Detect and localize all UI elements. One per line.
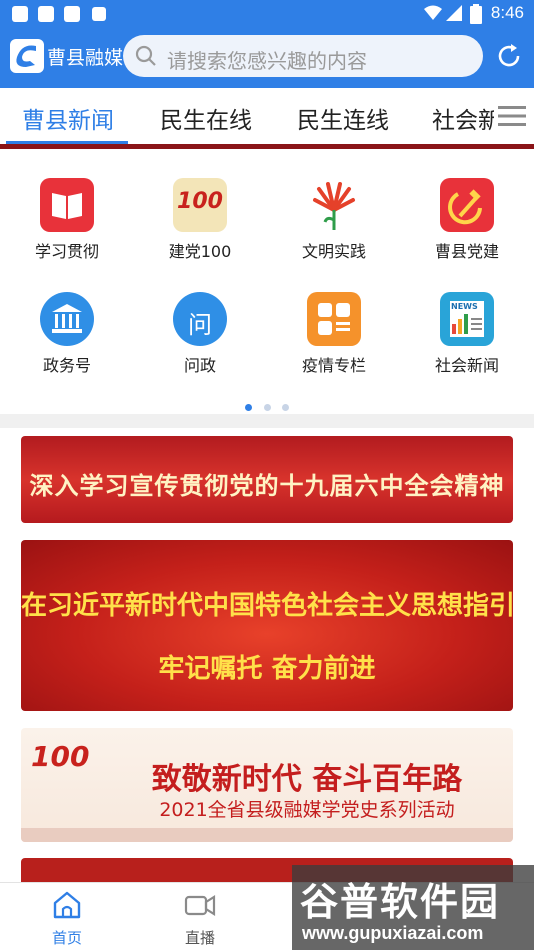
banner-party-history-activity[interactable]: 100 致敬新时代 奋斗百年路 2021全省县级融媒学党史系列活动 [21,728,513,842]
signal-icon [446,5,462,21]
clock: 8:46 [490,3,524,22]
app-name: 曹县融媒 [47,47,124,69]
notification-icon [38,6,54,22]
grid-item-civilization[interactable]: 文明实践 [284,178,384,262]
status-bar: 8:46 [0,0,534,28]
party-100-icon: 100 [173,178,227,232]
notification-icon [12,6,28,22]
inquiry-icon: 问 [173,292,227,346]
page-dot [263,404,271,411]
site-watermark: 谷普软件园 www.gupuxiazai.com [292,865,534,950]
hammer-sickle-icon [440,178,494,232]
battery-icon [470,4,482,24]
skyline-decoration [21,828,513,842]
menu-icon[interactable] [498,105,526,127]
grid-item-study[interactable]: 学习贯彻 [17,178,117,262]
tab-social-clip: 社会新 [432,88,494,144]
nav-live[interactable]: 直播 [165,889,235,948]
banner-plenary-study[interactable]: 深入学习宣传贯彻党的十九届六中全会精神 [21,436,513,523]
banner-xi-thought[interactable]: 在习近平新时代中国特色社会主义思想指引下 牢记嘱托 奋力前进 [21,540,513,711]
home-icon [53,891,81,919]
tab-livelihood-hotline[interactable]: 民生连线 [297,101,389,135]
app-logo-icon [10,39,44,73]
civilization-flower-icon [307,178,361,232]
refresh-icon[interactable] [495,42,523,70]
app-header: 曹县融媒 请搜索您感兴趣的内容 [0,28,534,88]
search-input[interactable]: 请搜索您感兴趣的内容 [123,35,483,77]
notification-icon [64,6,80,22]
government-building-icon [40,292,94,346]
top-banner-edge [0,144,534,149]
page-indicator [0,396,534,415]
grid-item-party-building[interactable]: 曹县党建 [417,178,517,262]
grid-item-social-news[interactable]: NEWS 社会新闻 [417,292,517,376]
nav-home[interactable]: 首页 [32,889,102,948]
wifi-icon [424,5,442,20]
tab-livelihood-online[interactable]: 民生在线 [160,101,252,135]
channel-tabs: 曹县新闻 民生在线 民生连线 社会新 [0,88,534,144]
page-dot [245,404,253,411]
page-dot [281,404,289,411]
book-icon [40,178,94,232]
grid-item-government[interactable]: 政务号 [17,292,117,376]
grid-item-inquiry[interactable]: 问 问政 [150,292,250,376]
epidemic-grid-icon [307,292,361,346]
tab-social-news[interactable]: 社会新 [432,101,494,135]
notification-icon [92,7,106,21]
newspaper-icon: NEWS [440,292,494,346]
section-divider [0,414,534,428]
grid-item-party-100[interactable]: 100 建党100 [150,178,250,262]
tab-cao-county-news[interactable]: 曹县新闻 [22,101,114,135]
search-icon [135,45,156,66]
video-camera-icon [184,895,216,916]
search-placeholder: 请搜索您感兴趣的内容 [167,49,367,73]
grid-item-epidemic[interactable]: 疫情专栏 [284,292,384,376]
